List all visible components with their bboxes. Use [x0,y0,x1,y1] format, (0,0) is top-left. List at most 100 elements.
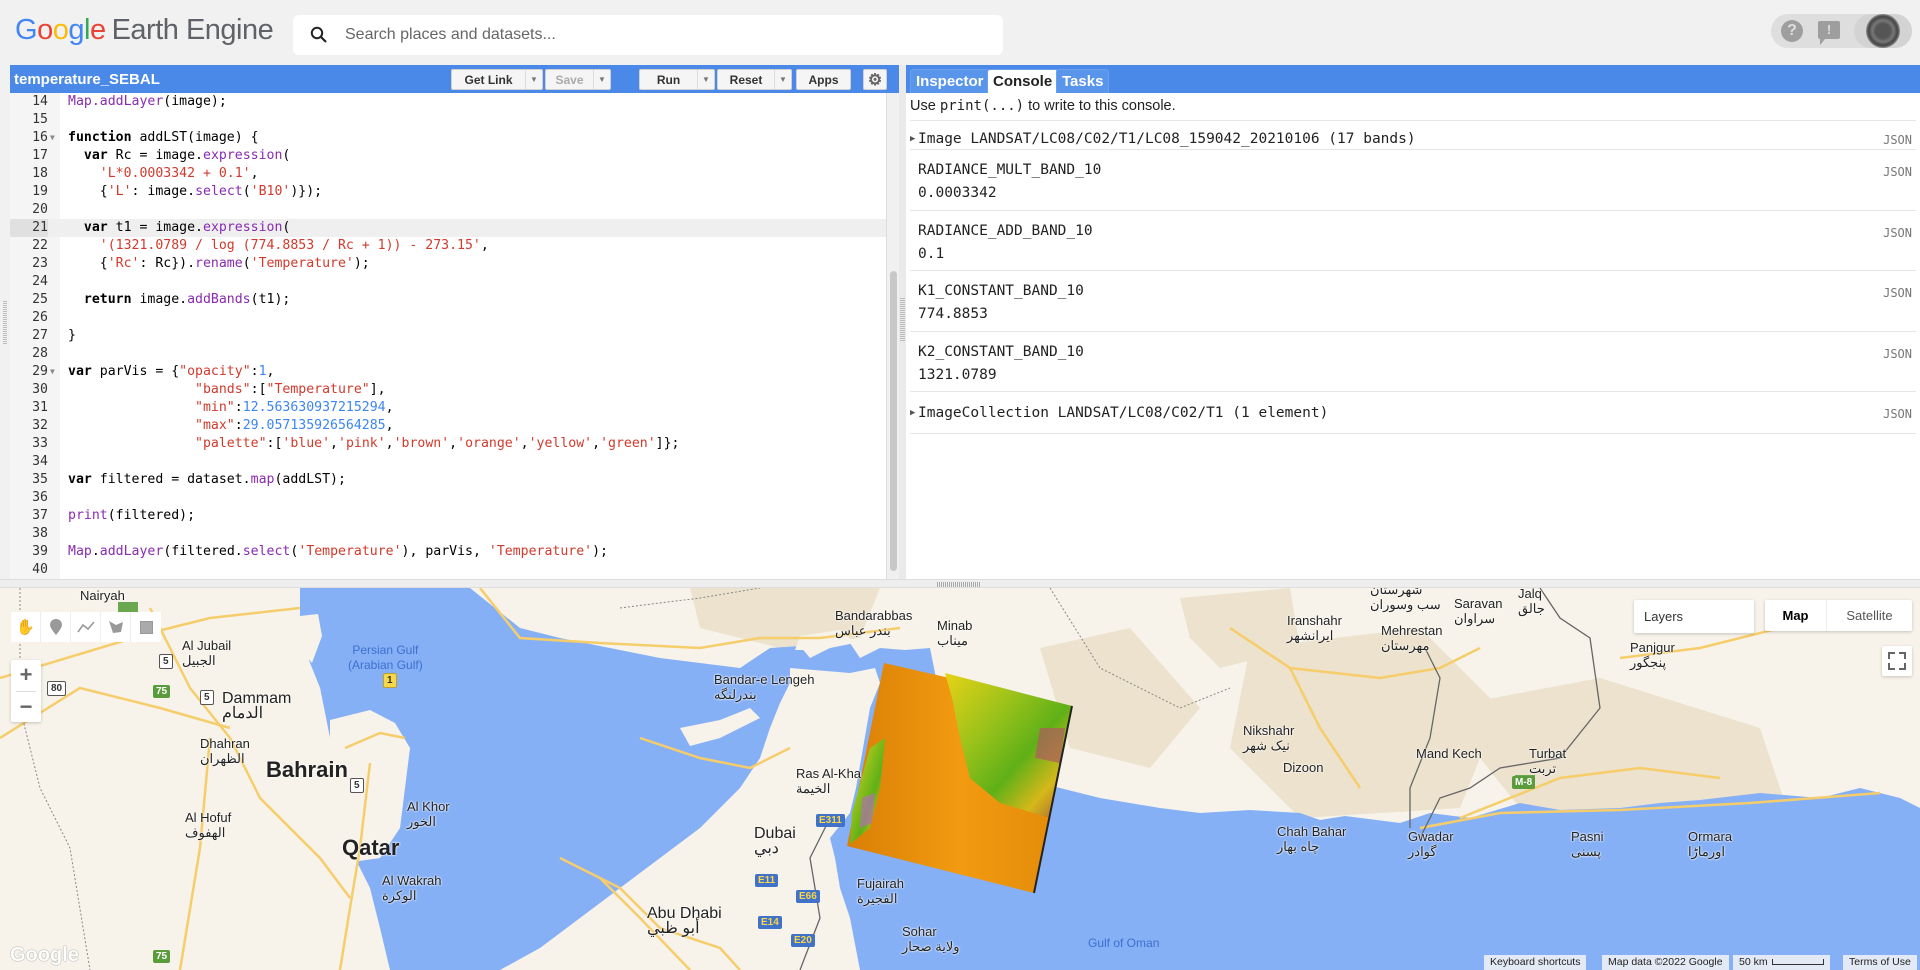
code-line[interactable]: 17 var Rc = image.expression( [10,147,886,165]
code-lines[interactable]: 14 Map.addLayer(image); 15 16 ▼ function addL… [10,93,886,579]
editor-scrollbar-thumb[interactable] [890,271,897,571]
console-object-entry[interactable]: ▶ ImageCollection LANDSAT/LC08/C02/T1 (1 … [910,391,1916,433]
code-line[interactable]: 38 [10,525,886,543]
json-toggle-button[interactable]: JSON [1883,347,1912,361]
panel-splitter-vertical[interactable] [899,65,906,579]
draw-line-icon[interactable] [71,612,101,642]
place-name: Bandar-e Lengeh [714,672,815,687]
code-line[interactable]: 33 "palette":['blue','pink','brown','ora… [10,435,886,453]
code-line[interactable]: 20 [10,201,886,219]
code-line[interactable]: 14 Map.addLayer(image); [10,93,886,111]
json-toggle-button[interactable]: JSON [1883,165,1912,179]
reset-dropdown-icon[interactable]: ▼ [774,70,791,89]
run-label: Run [656,72,681,87]
place-label-nairyah: Nairyah [80,588,125,603]
map-type-satellite-button[interactable]: Satellite [1827,600,1912,631]
hand-pan-icon[interactable]: ✋ [11,612,41,642]
code-line[interactable]: 36 [10,489,886,507]
tab-console[interactable]: Console [987,69,1059,93]
code-line[interactable]: 23 {'Rc': Rc}).rename('Temperature'); [10,255,886,273]
avatar[interactable] [1866,14,1900,48]
panel-splitter-horizontal[interactable] [0,579,1920,588]
console-object-entry[interactable]: ▶ Image LANDSAT/LC08/C02/T1/LC08_159042_2… [910,120,1916,149]
map-type-map-button[interactable]: Map [1765,600,1827,631]
tab-tasks[interactable]: Tasks [1056,69,1110,93]
console-object-label[interactable]: ImageCollection LANDSAT/LC08/C02/T1 (1 e… [918,405,1328,421]
draw-rectangle-icon[interactable] [131,612,161,642]
save-button[interactable]: Save ▼ [545,69,611,90]
console-divider [910,433,1916,434]
expand-arrow-icon[interactable]: ▶ [910,408,915,418]
line-number: 26 [32,310,48,325]
code-line[interactable]: 15 [10,111,886,129]
get-link-dropdown-icon[interactable]: ▼ [525,70,542,89]
keyboard-shortcuts-link[interactable]: Keyboard shortcuts [1484,955,1587,970]
run-button[interactable]: Run ▼ [639,69,715,90]
code-line[interactable]: 28 [10,345,886,363]
run-dropdown-icon[interactable]: ▼ [697,70,714,89]
map-type-toggle: Map Satellite [1765,600,1912,631]
code-line[interactable]: 21 var t1 = image.expression( [10,219,886,237]
fullscreen-icon[interactable] [1882,646,1912,676]
get-link-button[interactable]: Get Link ▼ [451,69,543,90]
earth-engine-logo[interactable]: Google Earth Engine [15,14,274,47]
console-key: RADIANCE_MULT_BAND_10 [918,162,1102,178]
code-line[interactable]: 34 [10,453,886,471]
code-line[interactable]: 32 "max":29.057135926564285, [10,417,886,435]
code-line[interactable]: 19 {'L': image.select('B10')}); [10,183,886,201]
zoom-out-button[interactable]: − [11,692,41,722]
feedback-icon[interactable]: ! [1818,21,1840,45]
place-label-dhahran: Dhahran الظهران [200,736,250,766]
splitter-grip[interactable] [900,297,905,341]
code-line[interactable]: 40 [10,561,886,579]
code-line[interactable]: 39 Map.addLayer(filtered.select('Temperat… [10,543,886,561]
tab-inspector[interactable]: Inspector [910,69,990,93]
account-button[interactable] [1854,14,1912,48]
expand-arrow-icon[interactable]: ▶ [910,134,915,144]
code-line[interactable]: 31 "min":12.563630937215294, [10,399,886,417]
json-toggle-button[interactable]: JSON [1883,286,1912,300]
code-line[interactable]: 24 [10,273,886,291]
line-number: 22 [32,238,48,253]
save-dropdown-icon[interactable]: ▼ [593,70,610,89]
zoom-in-button[interactable]: + [11,660,41,690]
scale-bar[interactable]: 50 km [1733,955,1830,970]
draw-polygon-icon[interactable] [101,612,131,642]
json-toggle-button[interactable]: JSON [1883,133,1912,147]
code-line[interactable]: 25 return image.addBands(t1); [10,291,886,309]
settings-gear-icon[interactable]: ⚙ [863,69,887,90]
point-marker-icon[interactable] [41,612,71,642]
place-label-jalq: Jalq جالق [1518,588,1545,616]
code-line[interactable]: 18 'L*0.0003342 + 0.1', [10,165,886,183]
editor-toolbar: temperature_SEBAL Get Link ▼ Save ▼ Run … [10,65,899,93]
code-line[interactable]: 27} [10,327,886,345]
left-panel-resize-handle[interactable] [3,300,7,344]
place-name: Bahrain [266,757,348,782]
code-line[interactable]: 35 var filtered = dataset.map(addLST); [10,471,886,489]
code-line[interactable]: 29 ▼ var parVis = {"opacity":1, [10,363,886,381]
right-panel-tabs: Inspector Console Tasks [906,65,1920,93]
code-line[interactable]: 22 '(1321.0789 / log (774.8853 / Rc + 1)… [10,237,886,255]
json-toggle-button[interactable]: JSON [1883,226,1912,240]
splitter-grip[interactable] [937,582,981,587]
help-icon[interactable]: ? [1781,20,1803,42]
terms-of-use-link[interactable]: Terms of Use [1843,955,1917,970]
fold-arrow-icon[interactable]: ▼ [50,129,55,147]
editor-scrollbar[interactable] [886,93,899,579]
logo-letter: o [52,14,69,46]
code-editor-panel: temperature_SEBAL Get Link ▼ Save ▼ Run … [10,65,899,579]
search-icon[interactable] [293,26,345,44]
fold-arrow-icon[interactable]: ▼ [50,363,55,381]
layers-button[interactable]: Layers [1634,600,1754,633]
code-line[interactable]: 16 ▼ function addLST(image) { [10,129,886,147]
code-area[interactable]: 14 Map.addLayer(image); 15 16 ▼ function addL… [10,93,886,579]
search-input[interactable] [345,26,965,44]
code-line[interactable]: 37 print(filtered); [10,507,886,525]
reset-button[interactable]: Reset ▼ [717,69,792,90]
console-object-label[interactable]: Image LANDSAT/LC08/C02/T1/LC08_159042_20… [918,131,1416,147]
code-line[interactable]: 30 "bands":["Temperature"], [10,381,886,399]
json-toggle-button[interactable]: JSON [1883,407,1912,421]
map-view[interactable]: Nairyah Al Jubail الجبيل Dammam الدمام Dhahra… [0,588,1920,970]
code-line[interactable]: 26 [10,309,886,327]
apps-button[interactable]: Apps [796,69,851,90]
